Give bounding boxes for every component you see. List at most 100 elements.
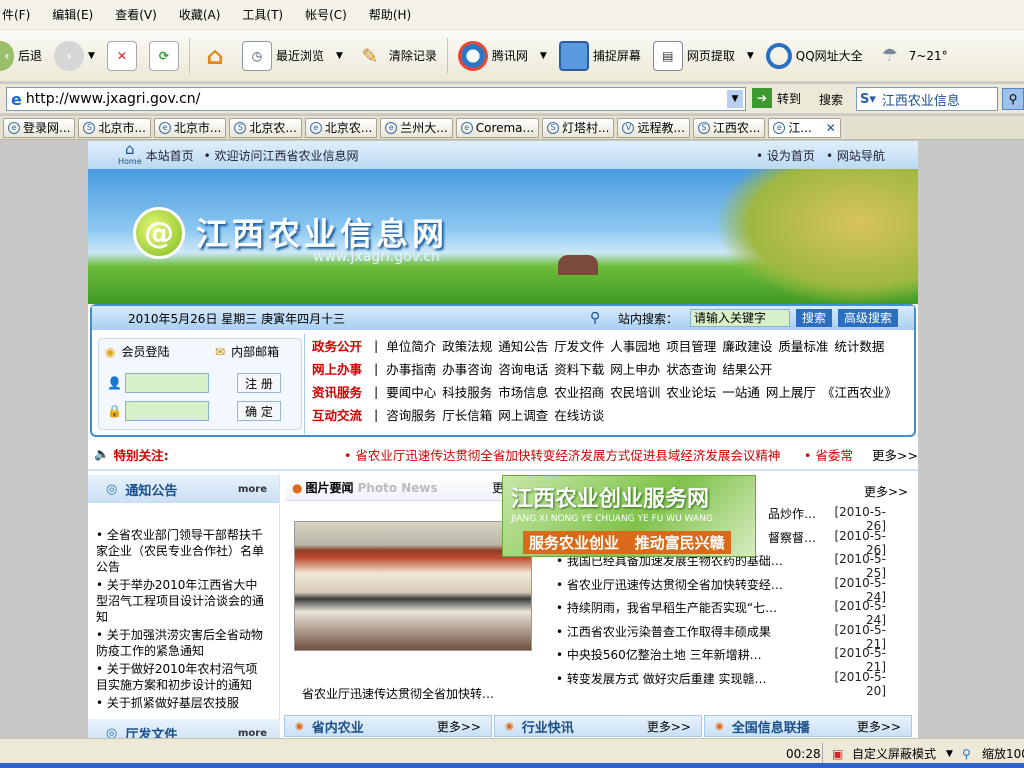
news-item[interactable]: • 转变发展方式 做好灾后重建 实现赣… [2010-5-20] — [556, 670, 886, 698]
tab-close-icon[interactable]: ✕ — [826, 121, 836, 135]
nav-link[interactable]: 农业招商 — [554, 382, 604, 401]
notice-item[interactable]: • 全省农业部门领导干部帮扶千家企业（农民专业合作社）名单公告 — [96, 527, 268, 575]
docs-more-link[interactable]: more — [238, 728, 267, 739]
nav-link[interactable]: 要闻中心 — [386, 382, 436, 401]
browser-tab[interactable]: e Corema... — [455, 117, 539, 138]
browser-tab[interactable]: S 江西农... — [692, 117, 766, 138]
browser-tab[interactable]: e 北京市... — [153, 117, 227, 138]
bottom-section-more-link[interactable]: 更多>> — [437, 718, 481, 735]
notice-more-link[interactable]: more — [238, 484, 267, 495]
menu-tools[interactable]: 工具(T) — [242, 6, 283, 23]
nav-link[interactable]: 政策法规 — [442, 336, 492, 355]
nav-link[interactable]: 质量标准 — [778, 336, 828, 355]
nav-link[interactable]: 厅长信箱 — [442, 405, 492, 424]
weather-widget[interactable]: ☂ 7~21° — [869, 36, 954, 76]
menu-file[interactable]: 件(F) — [2, 6, 30, 23]
recent-button[interactable]: ◷ 最近浏览 ▼ — [236, 36, 349, 76]
capture-screen-button[interactable]: 捕捉屏幕 — [553, 36, 647, 76]
nav-link[interactable]: 统计数据 — [834, 336, 884, 355]
home-link[interactable]: 本站首页 — [146, 147, 194, 164]
stop-button[interactable]: ✕ — [101, 36, 143, 76]
nav-link[interactable]: 农业论坛 — [666, 382, 716, 401]
nav-row-heading[interactable]: 互动交流 — [312, 405, 374, 424]
back-button[interactable]: ‹ 后退 — [0, 36, 48, 76]
nav-link[interactable]: 资料下载 — [554, 359, 604, 378]
browser-tab[interactable]: e 兰州大... — [380, 117, 453, 138]
special-more-link[interactable]: 更多>> — [872, 445, 918, 464]
menu-favorites[interactable]: 收藏(A) — [179, 6, 221, 23]
nav-link[interactable]: 农民培训 — [610, 382, 660, 401]
advanced-search-button[interactable]: 高级搜索 — [838, 309, 898, 327]
nav-link[interactable]: 廉政建设 — [722, 336, 772, 355]
nav-link[interactable]: 咨询服务 — [386, 405, 436, 424]
nav-row-heading[interactable]: 资讯服务 — [312, 382, 374, 401]
browser-tab[interactable]: S 北京市... — [78, 117, 151, 138]
tencent-dropdown-icon[interactable]: ▼ — [540, 51, 547, 61]
bottom-section-more-link[interactable]: 更多>> — [647, 718, 691, 735]
search-engine-icon[interactable]: S▾ — [860, 92, 876, 107]
menu-help[interactable]: 帮助(H) — [369, 6, 411, 23]
nav-link[interactable]: 一站通 — [722, 382, 760, 401]
nav-row-heading[interactable]: 政务公开 — [312, 336, 374, 355]
nav-link[interactable]: 科技服务 — [442, 382, 492, 401]
bottom-section-tab[interactable]: ◉ 行业快讯 更多>> — [494, 715, 702, 737]
site-nav-link[interactable]: • 网站导航 — [826, 147, 885, 164]
browser-tab[interactable]: e 北京农... — [304, 117, 378, 138]
clear-history-button[interactable]: ✎ 清除记录 — [349, 36, 443, 76]
browser-tab[interactable]: e 江... ✕ — [768, 117, 841, 138]
bottom-section-tab[interactable]: ◉ 省内农业 更多>> — [284, 715, 492, 737]
notice-item[interactable]: • 关于抓紧做好基层农技服 — [96, 695, 268, 711]
special-marquee[interactable]: • 省农业厅迅速传达贯彻全省加快转变经济发展方式促进县域经济发展会议精神 — [344, 445, 780, 464]
password-field[interactable] — [125, 401, 209, 421]
browser-tab[interactable]: V 远程教... — [617, 117, 690, 138]
nav-row-heading[interactable]: 网上办事 — [312, 359, 374, 378]
nav-link[interactable]: 状态查询 — [666, 359, 716, 378]
block-mode[interactable]: 自定义屏蔽模式 — [852, 745, 936, 762]
news-more-link[interactable]: 更多>> — [864, 483, 908, 500]
username-field[interactable] — [125, 373, 209, 393]
browser-tab[interactable]: S 北京农... — [229, 117, 302, 138]
set-homepage-link[interactable]: • 设为首页 — [756, 147, 815, 164]
extract-dropdown-icon[interactable]: ▼ — [747, 51, 754, 61]
block-mode-dropdown-icon[interactable]: ▼ — [946, 749, 953, 759]
extract-page-button[interactable]: ▤ 网页提取 ▼ — [647, 36, 760, 76]
nav-link[interactable]: 人事园地 — [610, 336, 660, 355]
notice-item[interactable]: • 关于做好2010年农村沼气项目实施方案和初步设计的通知 — [96, 661, 268, 693]
nav-link[interactable]: 办事指南 — [386, 359, 436, 378]
forward-button[interactable]: › ▼ — [48, 36, 101, 76]
go-button[interactable]: ➔ 转到 — [752, 88, 801, 108]
special-marquee-2[interactable]: • 省委常 — [804, 445, 853, 464]
nav-link[interactable]: 咨询电话 — [498, 359, 548, 378]
promo-banner[interactable]: 江西农业创业服务网 JIANG XI NONG YE CHUANG YE FU … — [502, 475, 756, 557]
nav-link[interactable]: 网上调查 — [498, 405, 548, 424]
site-search-input[interactable]: 请输入关键字 — [690, 309, 790, 327]
login-tab[interactable]: ◉ 会员登陆 — [105, 343, 170, 360]
refresh-button[interactable]: ⟳ — [143, 36, 185, 76]
nav-link[interactable]: 《江西农业》 — [822, 382, 897, 401]
zoom-level[interactable]: 缩放100 — [982, 745, 1024, 762]
notice-item[interactable]: • 关于加强洪涝灾害后全省动物防疫工作的紧急通知 — [96, 627, 268, 659]
photo-caption[interactable]: 省农业厅迅速传达贯彻全省加快转… — [302, 685, 494, 702]
qq-nav-button[interactable]: QQ网址大全 — [760, 36, 869, 76]
bottom-section-more-link[interactable]: 更多>> — [857, 718, 901, 735]
register-button[interactable]: 注 册 — [237, 373, 281, 393]
nav-link[interactable]: 网上展厅 — [766, 382, 816, 401]
home-button[interactable]: ⌂ — [194, 36, 236, 76]
nav-link[interactable]: 项目管理 — [666, 336, 716, 355]
nav-link[interactable]: 在线访谈 — [554, 405, 604, 424]
confirm-button[interactable]: 确 定 — [237, 401, 281, 421]
nav-link[interactable]: 通知公告 — [498, 336, 548, 355]
forward-dropdown-icon[interactable]: ▼ — [88, 51, 95, 61]
notice-item[interactable]: • 关于举办2010年江西省大中型沼气工程项目设计洽谈会的通知 — [96, 577, 268, 625]
nav-link[interactable]: 网上申办 — [610, 359, 660, 378]
menu-account[interactable]: 帐号(C) — [305, 6, 347, 23]
news-photo[interactable] — [294, 521, 532, 651]
search-go-button[interactable]: ⚲ — [1002, 88, 1024, 110]
mail-tab[interactable]: ✉ 内部邮箱 — [215, 343, 279, 360]
site-search-button[interactable]: 搜索 — [796, 309, 832, 327]
bottom-section-tab[interactable]: ◉ 全国信息联播 更多>> — [704, 715, 912, 737]
search-box[interactable]: S▾ 江西农业信息 — [856, 87, 998, 111]
recent-dropdown-icon[interactable]: ▼ — [336, 51, 343, 61]
menu-edit[interactable]: 编辑(E) — [52, 6, 93, 23]
nav-link[interactable]: 单位简介 — [386, 336, 436, 355]
